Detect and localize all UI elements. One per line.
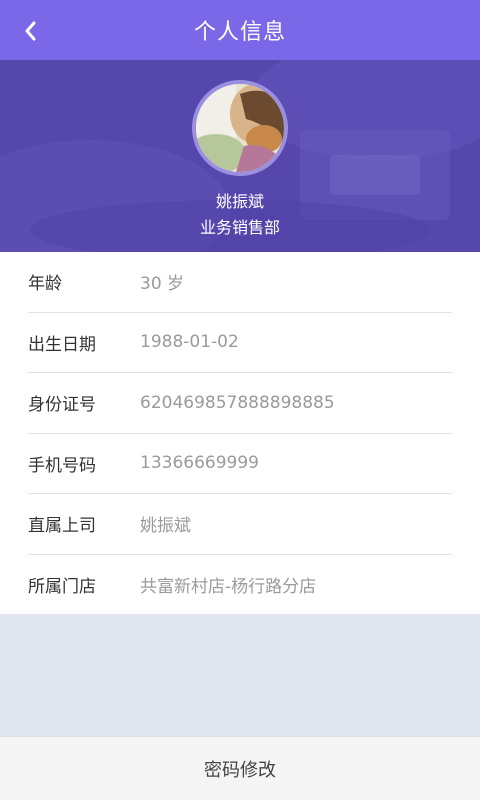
info-row-phone: 手机号码 13366669999 bbox=[28, 434, 452, 494]
info-value: 13366669999 bbox=[140, 453, 259, 474]
info-row-id-number: 身份证号 620469857888898885 bbox=[28, 373, 452, 434]
info-label: 直属上司 bbox=[28, 516, 96, 537]
info-label: 出生日期 bbox=[28, 334, 96, 355]
info-row-birthdate: 出生日期 1988-01-02 bbox=[28, 313, 452, 373]
info-label: 所属门店 bbox=[28, 577, 96, 598]
info-row-store: 所属门店 共富新村店-杨行路分店 bbox=[28, 555, 452, 616]
profile-banner: 姚振斌 业务销售部 bbox=[0, 60, 480, 252]
info-value: 620469857888898885 bbox=[140, 392, 335, 413]
page-title: 个人信息 bbox=[193, 20, 286, 45]
info-label: 年龄 bbox=[28, 274, 62, 295]
chevron-left-icon bbox=[25, 21, 36, 41]
change-password-label: 密码修改 bbox=[204, 759, 276, 781]
app-header: 个人信息 bbox=[0, 0, 480, 60]
info-value: 1988-01-02 bbox=[140, 332, 239, 353]
info-label: 身份证号 bbox=[28, 395, 96, 416]
info-row-age: 年龄 30 岁 bbox=[28, 252, 452, 313]
back-button[interactable] bbox=[14, 14, 48, 48]
user-name: 姚振斌 bbox=[215, 192, 264, 211]
info-value: 姚振斌 bbox=[140, 516, 191, 537]
info-list: 年龄 30 岁 出生日期 1988-01-02 身份证号 62046985788… bbox=[0, 252, 480, 614]
user-department: 业务销售部 bbox=[199, 218, 280, 237]
info-row-supervisor: 直属上司 姚振斌 bbox=[28, 494, 452, 555]
avatar[interactable] bbox=[192, 80, 288, 176]
avatar-photo bbox=[196, 84, 284, 172]
info-value: 30 岁 bbox=[140, 274, 185, 295]
info-value: 共富新村店-杨行路分店 bbox=[140, 577, 317, 598]
change-password-button[interactable]: 密码修改 bbox=[0, 736, 480, 800]
info-label: 手机号码 bbox=[28, 455, 96, 476]
